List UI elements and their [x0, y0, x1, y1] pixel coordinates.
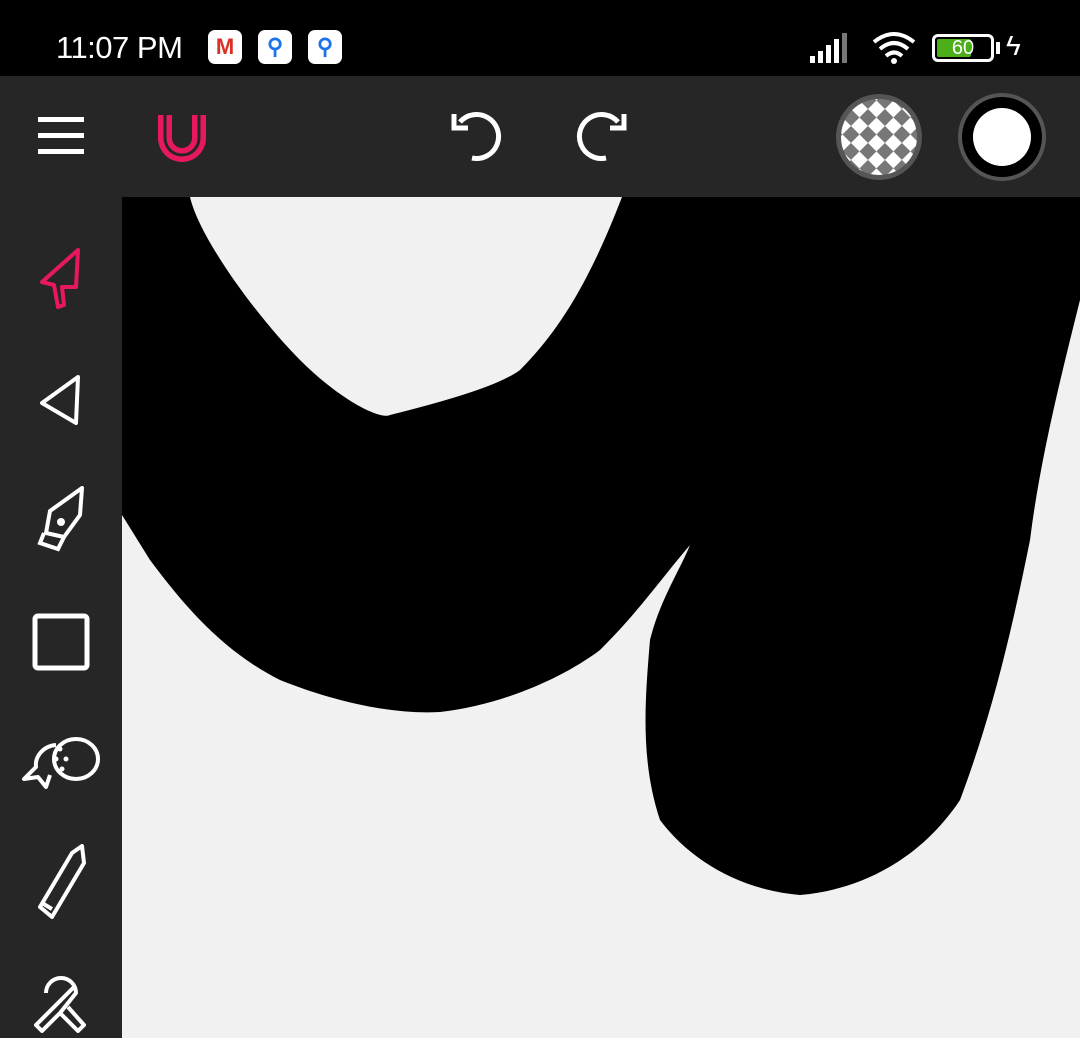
drawing-canvas[interactable]	[122, 197, 1080, 1038]
battery-icon: 60	[932, 34, 994, 62]
top-toolbar	[0, 76, 1080, 197]
black-shape[interactable]	[122, 197, 1080, 1038]
magnet-icon[interactable]	[155, 112, 209, 162]
direct-select-tool-icon[interactable]	[38, 373, 84, 427]
pen-tool-icon[interactable]	[36, 485, 86, 555]
status-bar: 11:07 PM M ⚲ ⚲ 60 ϟ	[0, 0, 1080, 76]
rectangle-tool-icon[interactable]	[32, 613, 90, 671]
maps-icon: ⚲	[258, 30, 292, 64]
signal-icon	[810, 33, 847, 63]
maps-icon: ⚲	[308, 30, 342, 64]
tool-sidebar	[0, 197, 122, 1038]
charging-icon: ϟ	[1006, 30, 1021, 61]
select-tool-icon[interactable]	[38, 247, 84, 311]
wifi-icon	[872, 32, 916, 64]
fill-color-swatch[interactable]	[834, 92, 924, 182]
redo-button[interactable]	[572, 110, 628, 162]
ribbon-tool-icon[interactable]	[34, 973, 88, 1033]
menu-icon[interactable]	[38, 114, 84, 156]
undo-button[interactable]	[450, 110, 506, 162]
status-time: 11:07 PM	[56, 30, 183, 65]
pencil-tool-icon[interactable]	[36, 843, 88, 923]
gmail-icon: M	[208, 30, 242, 64]
battery-level: 60	[951, 37, 975, 59]
stroke-color-swatch[interactable]	[956, 92, 1048, 182]
shape-builder-tool-icon[interactable]	[20, 731, 102, 793]
